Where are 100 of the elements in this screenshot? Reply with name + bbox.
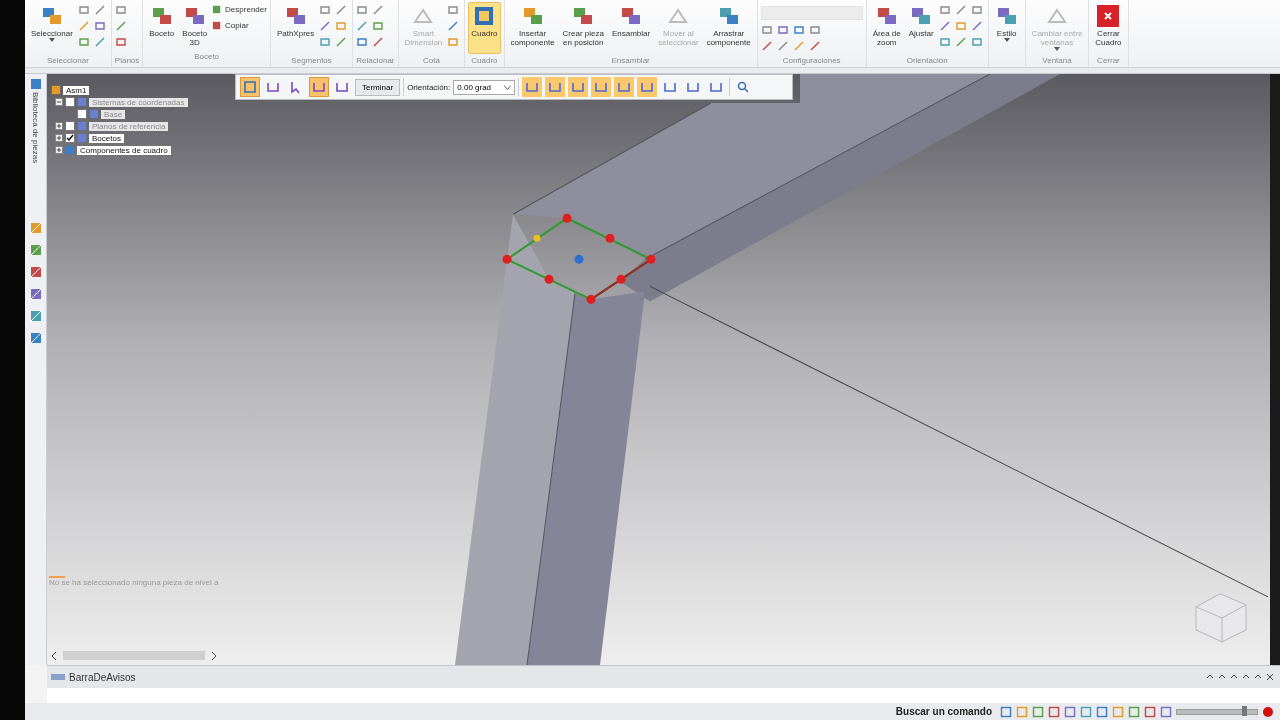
view-tool-icon[interactable] — [1064, 705, 1076, 718]
tool-icon[interactable] — [335, 36, 348, 48]
tree-item[interactable]: Bocetos — [89, 133, 124, 143]
view-tool-icon[interactable] — [1080, 705, 1092, 718]
ribbon-button[interactable]: Cerrar Cuadro — [1092, 2, 1125, 54]
tool-icon[interactable] — [335, 4, 348, 16]
ribbon-button[interactable]: Boceto 3D — [179, 2, 211, 52]
side-tab[interactable]: Biblioteca de piezas — [29, 78, 42, 164]
option-button[interactable] — [637, 77, 658, 97]
tool-icon[interactable] — [356, 20, 369, 32]
tool-icon[interactable] — [356, 36, 369, 48]
tool-icon[interactable] — [808, 24, 821, 36]
tool-icon[interactable] — [808, 40, 821, 52]
ribbon-button[interactable]: Ensamblar — [608, 2, 654, 54]
ribbon-button[interactable]: Arrastrar componente — [703, 2, 754, 54]
panel-icon[interactable] — [28, 309, 43, 324]
tool-icon[interactable] — [319, 20, 332, 32]
ribbon-button[interactable]: Copiar — [212, 18, 249, 32]
tool-icon[interactable] — [114, 20, 127, 32]
tool-icon[interactable] — [792, 24, 805, 36]
visibility-checkbox[interactable] — [65, 97, 75, 107]
tool-icon[interactable] — [938, 20, 951, 32]
zoom-slider[interactable] — [1176, 708, 1258, 715]
tool-icon[interactable] — [114, 36, 127, 48]
panel-icon[interactable] — [28, 243, 43, 258]
scroll-right-icon[interactable] — [211, 651, 217, 660]
tool-icon[interactable] — [970, 20, 983, 32]
tool-icon[interactable] — [372, 36, 385, 48]
tool-icon[interactable] — [319, 36, 332, 48]
tool-icon[interactable] — [356, 4, 369, 16]
expand-toggle[interactable] — [55, 146, 63, 154]
tool-button[interactable] — [309, 77, 329, 97]
view-tool-icon[interactable] — [1000, 705, 1012, 718]
ribbon-button[interactable]: Estilo — [991, 2, 1022, 54]
tool-icon[interactable] — [77, 36, 90, 48]
panel-icon[interactable] — [28, 221, 43, 236]
tool-icon[interactable] — [970, 4, 983, 16]
tool-icon[interactable] — [776, 24, 789, 36]
tool-icon[interactable] — [447, 4, 460, 16]
ribbon-button[interactable]: Ajustar — [905, 2, 937, 54]
tool-icon[interactable] — [93, 4, 106, 16]
tool-icon[interactable] — [372, 20, 385, 32]
option-button[interactable] — [614, 77, 635, 97]
panel-icon[interactable] — [28, 287, 43, 302]
ribbon-button[interactable]: Cuadro — [468, 2, 501, 54]
ribbon-button[interactable]: Insertar componente — [507, 2, 558, 54]
ribbon-button[interactable]: Desprender — [212, 2, 267, 16]
tool-icon[interactable] — [335, 20, 348, 32]
view-tool-icon[interactable] — [1128, 705, 1140, 718]
tool-icon[interactable] — [93, 20, 106, 32]
tool-icon[interactable] — [447, 36, 460, 48]
tool-icon[interactable] — [447, 20, 460, 32]
view-tool-icon[interactable] — [1016, 705, 1028, 718]
orientation-dropdown[interactable]: 0.00 grad — [453, 79, 516, 95]
panel-icon[interactable] — [28, 265, 43, 280]
tool-icon[interactable] — [954, 20, 967, 32]
scroll-left-icon[interactable] — [51, 651, 57, 660]
visibility-checkbox[interactable] — [65, 121, 75, 131]
tool-icon[interactable] — [954, 4, 967, 16]
option-button[interactable] — [591, 77, 612, 97]
tool-icon[interactable] — [77, 20, 90, 32]
tool-icon[interactable] — [760, 40, 773, 52]
visibility-checkbox[interactable] — [77, 109, 87, 119]
panel-control-icon[interactable] — [1266, 673, 1274, 681]
ribbon-button[interactable]: PathXpres — [273, 2, 318, 54]
view-tool-icon[interactable] — [1144, 705, 1156, 718]
tool-icon[interactable] — [77, 4, 90, 16]
panel-icon[interactable] — [28, 331, 43, 346]
view-tool-icon[interactable] — [1048, 705, 1060, 718]
slider-thumb[interactable] — [1242, 705, 1247, 716]
ribbon-button[interactable]: Seleccionar — [28, 2, 76, 54]
visibility-checkbox[interactable] — [65, 133, 75, 143]
ribbon-button[interactable]: Boceto — [146, 2, 178, 52]
view-tool-icon[interactable] — [1032, 705, 1044, 718]
tool-icon[interactable] — [114, 4, 127, 16]
finish-button[interactable]: Terminar — [355, 78, 401, 96]
ribbon-button[interactable]: Área de zoom — [869, 2, 904, 54]
view-tool-icon[interactable] — [1096, 705, 1108, 718]
tree-item[interactable]: Asm1 — [63, 85, 90, 95]
tool-icon[interactable] — [954, 36, 967, 48]
option-button[interactable] — [545, 77, 566, 97]
tool-icon[interactable] — [319, 4, 332, 16]
collapse-toggle[interactable] — [55, 98, 63, 106]
ribbon-button[interactable]: Crear pieza en posición — [559, 2, 607, 54]
tool-button[interactable] — [240, 77, 260, 97]
sketch-profile[interactable] — [502, 213, 656, 304]
tree-item[interactable]: Componentes de cuadro — [77, 145, 171, 155]
option-button[interactable] — [568, 77, 589, 97]
expand-toggle[interactable] — [55, 122, 63, 130]
tool-icon[interactable] — [970, 36, 983, 48]
view-tool-icon[interactable] — [1160, 705, 1172, 718]
tool-icon[interactable] — [372, 4, 385, 16]
tool-icon[interactable] — [776, 40, 789, 52]
expand-toggle[interactable] — [55, 134, 63, 142]
tool-icon[interactable] — [93, 36, 106, 48]
option-button[interactable] — [522, 77, 543, 97]
tool-icon[interactable] — [938, 4, 951, 16]
tool-icon[interactable] — [760, 24, 773, 36]
view-tool-icon[interactable] — [1112, 705, 1124, 718]
record-icon[interactable] — [1262, 705, 1274, 718]
